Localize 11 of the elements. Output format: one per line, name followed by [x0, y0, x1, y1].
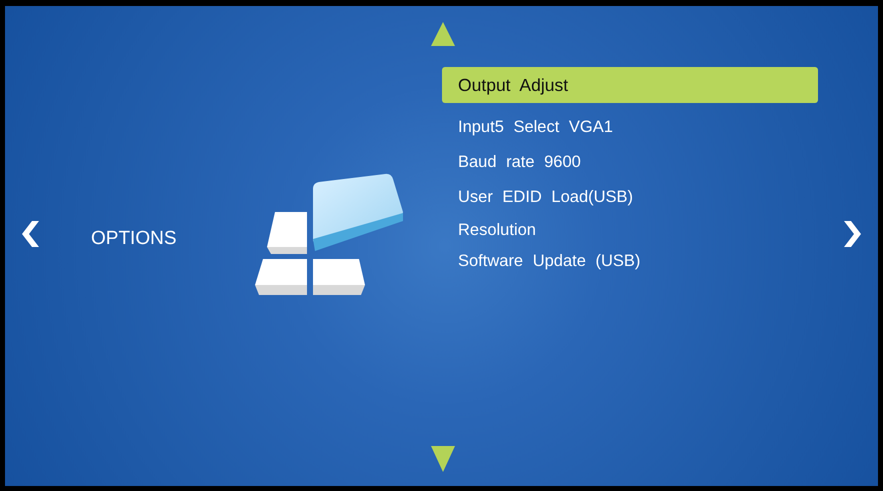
- up-arrow-icon[interactable]: [430, 22, 454, 46]
- right-chevron-icon[interactable]: [844, 221, 862, 247]
- menu-item[interactable]: Software Update (USB): [442, 246, 818, 277]
- left-chevron-icon[interactable]: [21, 221, 39, 247]
- menu-item[interactable]: Resolution: [442, 215, 818, 246]
- menu-item[interactable]: User EDID Load(USB): [442, 180, 818, 215]
- menu-item[interactable]: Input5 Select VGA1: [442, 110, 818, 145]
- down-arrow-icon[interactable]: [430, 446, 454, 472]
- menu-item[interactable]: Baud rate 9600: [442, 145, 818, 180]
- menu-title: OPTIONS: [91, 227, 178, 251]
- menu-item[interactable]: Output Adjust: [442, 67, 818, 103]
